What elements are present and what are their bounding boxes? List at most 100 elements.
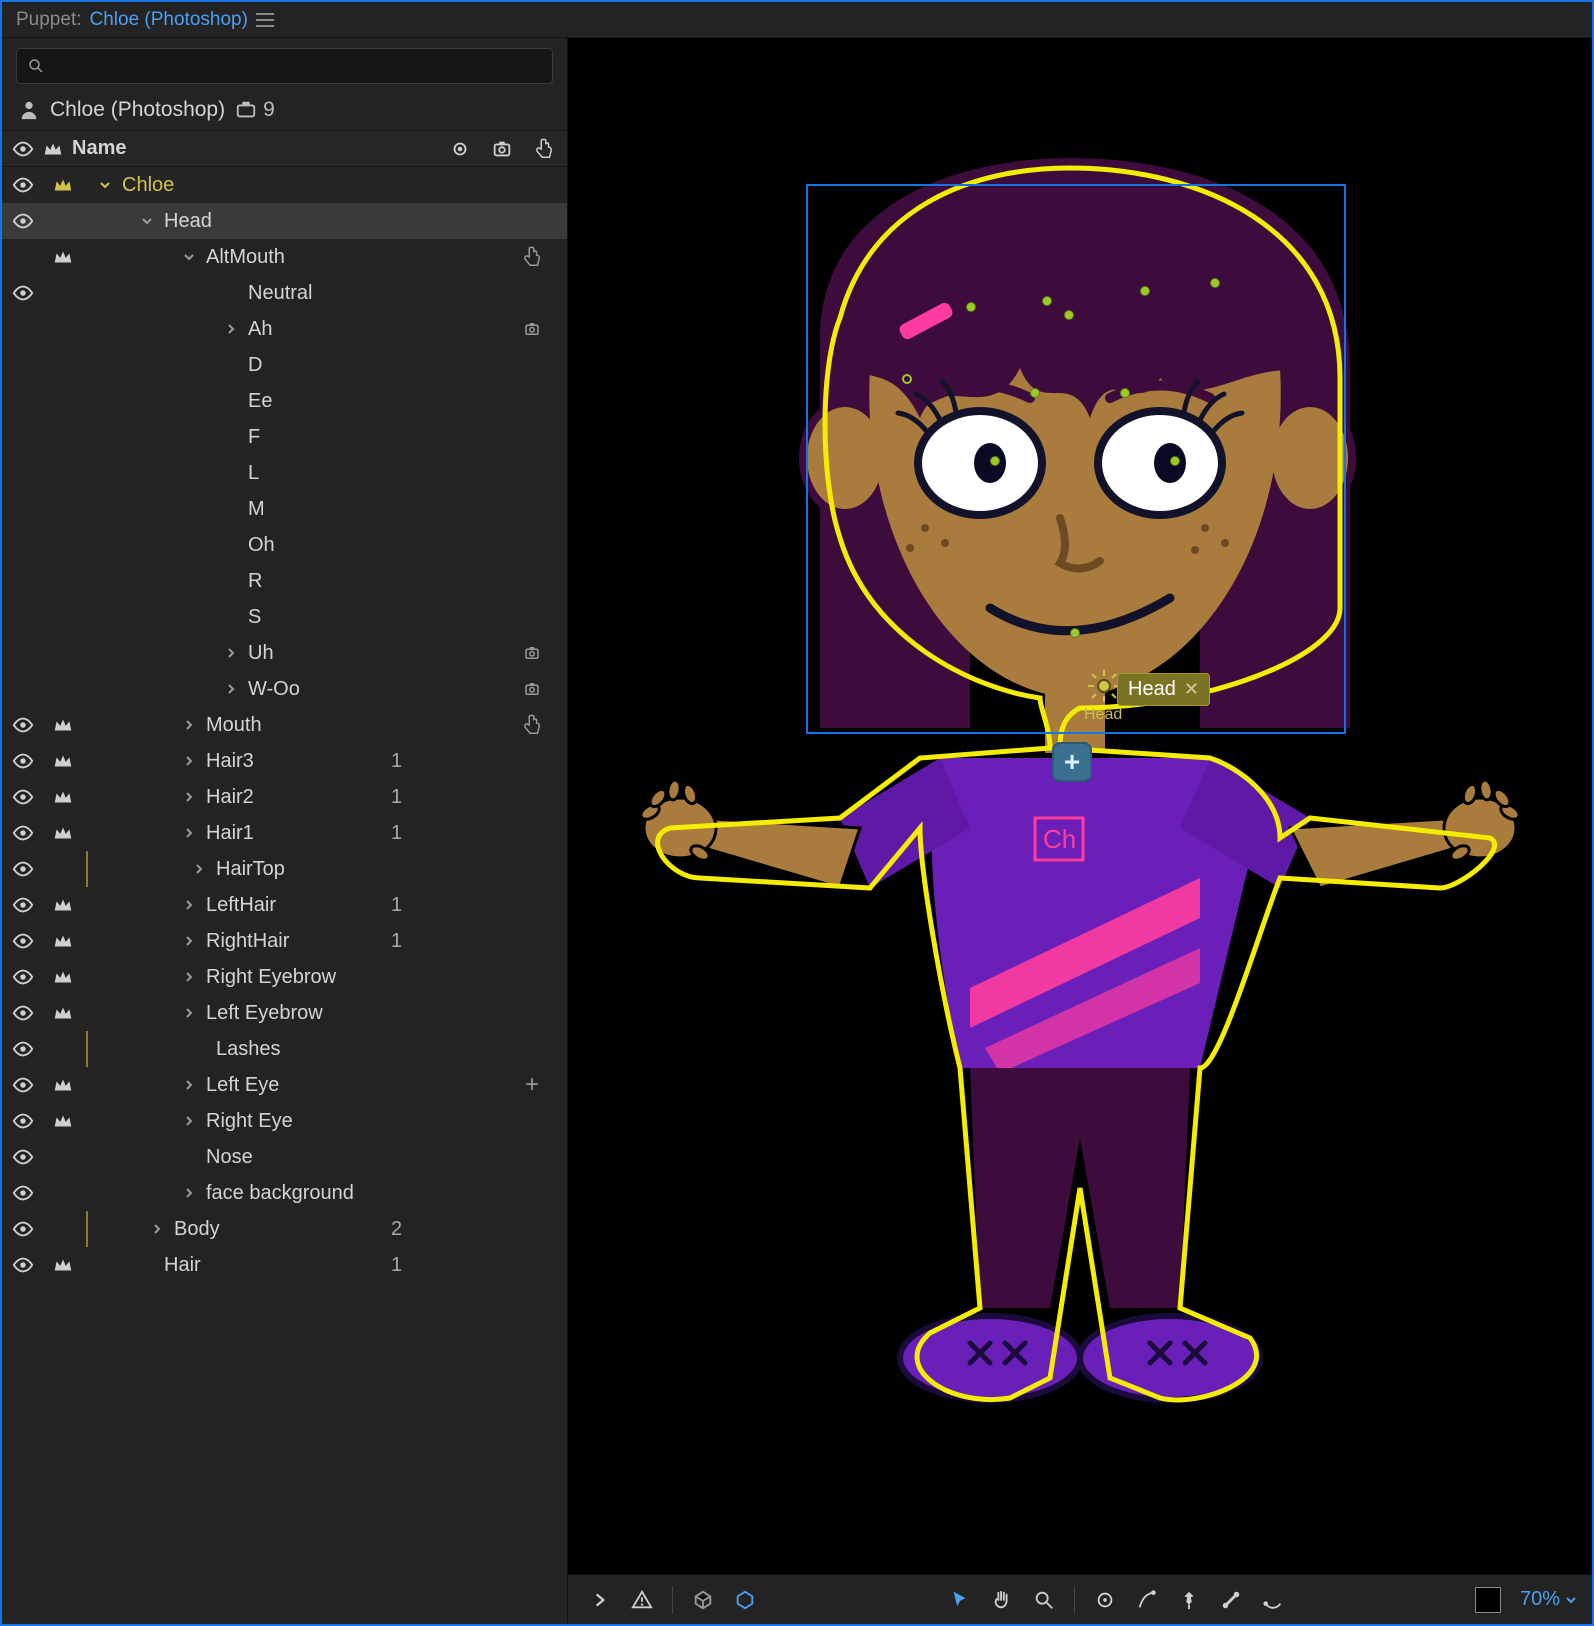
plus-icon[interactable]: + xyxy=(507,1071,557,1099)
crown-icon[interactable] xyxy=(44,1002,82,1024)
chevron-down-icon[interactable] xyxy=(138,214,156,228)
pin-dot[interactable] xyxy=(1140,286,1150,296)
panel-menu-icon[interactable] xyxy=(256,13,274,27)
crown-icon[interactable] xyxy=(44,1110,82,1132)
chevron-right-icon[interactable] xyxy=(180,754,198,768)
pin-dot[interactable] xyxy=(1064,310,1074,320)
chevron-right-icon[interactable] xyxy=(180,826,198,840)
pin-dot[interactable] xyxy=(1042,296,1052,306)
eye-icon[interactable] xyxy=(2,858,44,880)
touch-icon[interactable] xyxy=(507,246,557,268)
eye-icon[interactable] xyxy=(2,894,44,916)
search-field[interactable] xyxy=(16,48,553,84)
eye-icon[interactable] xyxy=(2,282,44,304)
layer-row-righteye[interactable]: Right Eye xyxy=(2,1103,567,1139)
zoom-level[interactable]: 70% xyxy=(1520,1588,1578,1611)
chevron-down-icon[interactable] xyxy=(180,250,198,264)
layer-row-d[interactable]: D xyxy=(2,347,567,383)
eye-icon[interactable] xyxy=(2,822,44,844)
layer-row-nose[interactable]: Nose xyxy=(2,1139,567,1175)
eye-icon[interactable] xyxy=(2,210,44,232)
layer-row-ah[interactable]: Ah xyxy=(2,311,567,347)
eye-icon[interactable] xyxy=(2,1038,44,1060)
selection-tag-close-icon[interactable]: ✕ xyxy=(1184,679,1199,700)
gear-icon[interactable] xyxy=(507,680,557,698)
eye-icon[interactable] xyxy=(2,750,44,772)
chevron-right-icon[interactable] xyxy=(180,1186,198,1200)
layer-row-woo[interactable]: W-Oo xyxy=(2,671,567,707)
chevron-right-icon[interactable] xyxy=(180,934,198,948)
zoom-tool-icon[interactable] xyxy=(1026,1582,1062,1618)
gear-header-icon[interactable] xyxy=(491,138,513,160)
eye-icon[interactable] xyxy=(2,1002,44,1024)
mesh-outline-icon[interactable] xyxy=(727,1582,763,1618)
eye-icon[interactable] xyxy=(2,1146,44,1168)
chevron-down-icon[interactable] xyxy=(96,178,114,192)
layer-row-hairtop[interactable]: HairTop xyxy=(2,851,567,887)
eye-icon[interactable] xyxy=(2,174,44,196)
chevron-right-icon[interactable] xyxy=(222,646,240,660)
layer-tree[interactable]: ChloeHeadAltMouthNeutralAhDEeFLMOhRSUhW-… xyxy=(2,167,567,1624)
layer-row-ee[interactable]: Ee xyxy=(2,383,567,419)
layer-row-hair[interactable]: Hair1 xyxy=(2,1247,567,1283)
crown-header-icon[interactable] xyxy=(42,138,64,160)
chevron-right-icon[interactable] xyxy=(190,862,208,876)
eye-icon[interactable] xyxy=(2,786,44,808)
layer-row-reyebrow[interactable]: Right Eyebrow xyxy=(2,959,567,995)
chevron-right-icon[interactable] xyxy=(148,1222,166,1236)
pin-tool-icon[interactable] xyxy=(1171,1582,1207,1618)
crown-icon[interactable] xyxy=(44,894,82,916)
pin-dot[interactable] xyxy=(966,302,976,312)
eye-icon[interactable] xyxy=(2,1074,44,1096)
chevron-right-icon[interactable] xyxy=(222,322,240,336)
titlebar-doc-name[interactable]: Chloe (Photoshop) xyxy=(90,9,248,31)
gear-icon[interactable] xyxy=(507,320,557,338)
expand-right-icon[interactable] xyxy=(582,1582,618,1618)
crown-icon[interactable] xyxy=(44,966,82,988)
eye-header-icon[interactable] xyxy=(12,138,34,160)
dangle-tool-icon[interactable] xyxy=(1255,1582,1291,1618)
layer-row-l[interactable]: L xyxy=(2,455,567,491)
crown-icon[interactable] xyxy=(44,822,82,844)
hand-tool-icon[interactable] xyxy=(984,1582,1020,1618)
layer-row-altmouth[interactable]: AltMouth xyxy=(2,239,567,275)
crown-icon[interactable] xyxy=(44,174,82,196)
crown-icon[interactable] xyxy=(44,786,82,808)
eye-icon[interactable] xyxy=(2,930,44,952)
chevron-right-icon[interactable] xyxy=(180,970,198,984)
chevron-right-icon[interactable] xyxy=(180,898,198,912)
chevron-right-icon[interactable] xyxy=(180,1078,198,1092)
character-canvas[interactable]: Ch xyxy=(640,118,1520,1468)
viewport[interactable]: Ch xyxy=(568,38,1592,1574)
add-handle-button[interactable]: + xyxy=(1052,742,1092,782)
pin-dot[interactable] xyxy=(1210,278,1220,288)
pin-dot[interactable] xyxy=(1120,388,1130,398)
pin-dot[interactable] xyxy=(990,456,1000,466)
chevron-right-icon[interactable] xyxy=(180,790,198,804)
eye-icon[interactable] xyxy=(2,1110,44,1132)
arrow-tool-icon[interactable] xyxy=(942,1582,978,1618)
eye-icon[interactable] xyxy=(2,1182,44,1204)
layer-row-lashes[interactable]: Lashes xyxy=(2,1031,567,1067)
crown-icon[interactable] xyxy=(44,714,82,736)
layer-row-body[interactable]: Body2 xyxy=(2,1211,567,1247)
layer-row-s[interactable]: S xyxy=(2,599,567,635)
chevron-right-icon[interactable] xyxy=(222,682,240,696)
layer-row-chloe[interactable]: Chloe xyxy=(2,167,567,203)
layer-row-facebg[interactable]: face background xyxy=(2,1175,567,1211)
crown-icon[interactable] xyxy=(44,750,82,772)
layer-row-f[interactable]: F xyxy=(2,419,567,455)
layer-row-r[interactable]: R xyxy=(2,563,567,599)
bg-color-swatch[interactable] xyxy=(1470,1582,1506,1618)
layer-row-righthair[interactable]: RightHair1 xyxy=(2,923,567,959)
crown-icon[interactable] xyxy=(44,1254,82,1276)
layer-row-mouth[interactable]: Mouth xyxy=(2,707,567,743)
selection-box[interactable] xyxy=(806,184,1346,734)
pin-dot[interactable] xyxy=(1030,388,1040,398)
layer-row-oh[interactable]: Oh xyxy=(2,527,567,563)
pin-dot[interactable] xyxy=(1170,456,1180,466)
chevron-right-icon[interactable] xyxy=(180,718,198,732)
eye-icon[interactable] xyxy=(2,966,44,988)
crown-icon[interactable] xyxy=(44,1074,82,1096)
chevron-right-icon[interactable] xyxy=(180,1006,198,1020)
